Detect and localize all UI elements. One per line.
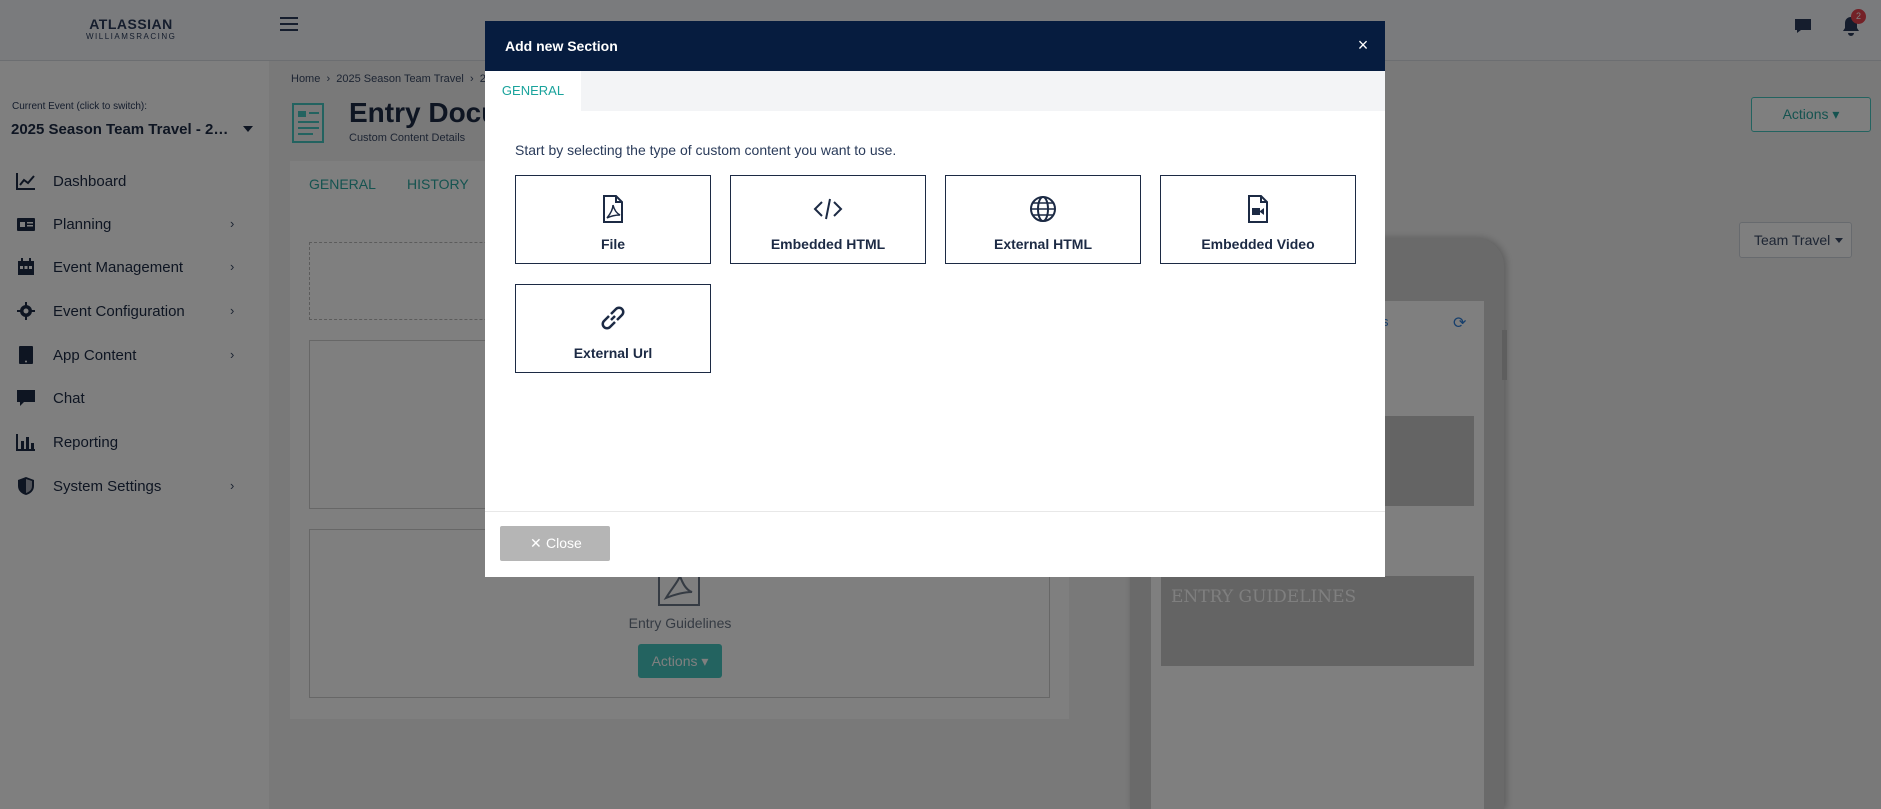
content-type-external-html[interactable]: External HTML [945, 175, 1141, 264]
file-pdf-icon [603, 195, 623, 223]
modal-tab-bar: GENERAL [485, 71, 1385, 111]
content-type-label: File [600, 236, 626, 252]
file-video-icon [1248, 195, 1268, 223]
content-type-file[interactable]: File [515, 175, 711, 264]
content-type-embedded-video[interactable]: Embedded Video [1160, 175, 1356, 264]
content-type-label: Embedded Video [1201, 236, 1315, 252]
modal-footer-divider [485, 511, 1385, 512]
content-type-label: Embedded HTML [770, 236, 886, 252]
globe-icon [1030, 196, 1056, 222]
tab-general[interactable]: GENERAL [485, 71, 581, 111]
close-button-label: Close [546, 535, 582, 551]
close-icon[interactable]: × [1354, 35, 1372, 55]
add-section-modal: Add new Section × GENERAL Start by selec… [485, 21, 1385, 577]
content-type-embedded-html[interactable]: Embedded HTML [730, 175, 926, 264]
link-icon [601, 306, 625, 330]
modal-title: Add new Section [505, 38, 618, 54]
content-type-label: External HTML [993, 236, 1092, 252]
code-icon [813, 198, 843, 220]
content-type-external-url[interactable]: External Url [515, 284, 711, 373]
close-icon: ✕ [530, 535, 542, 551]
modal-instruction: Start by selecting the type of custom co… [515, 142, 897, 158]
modal-header: Add new Section × [485, 21, 1385, 71]
content-type-label: External Url [573, 345, 653, 361]
close-button[interactable]: ✕ Close [500, 526, 610, 561]
